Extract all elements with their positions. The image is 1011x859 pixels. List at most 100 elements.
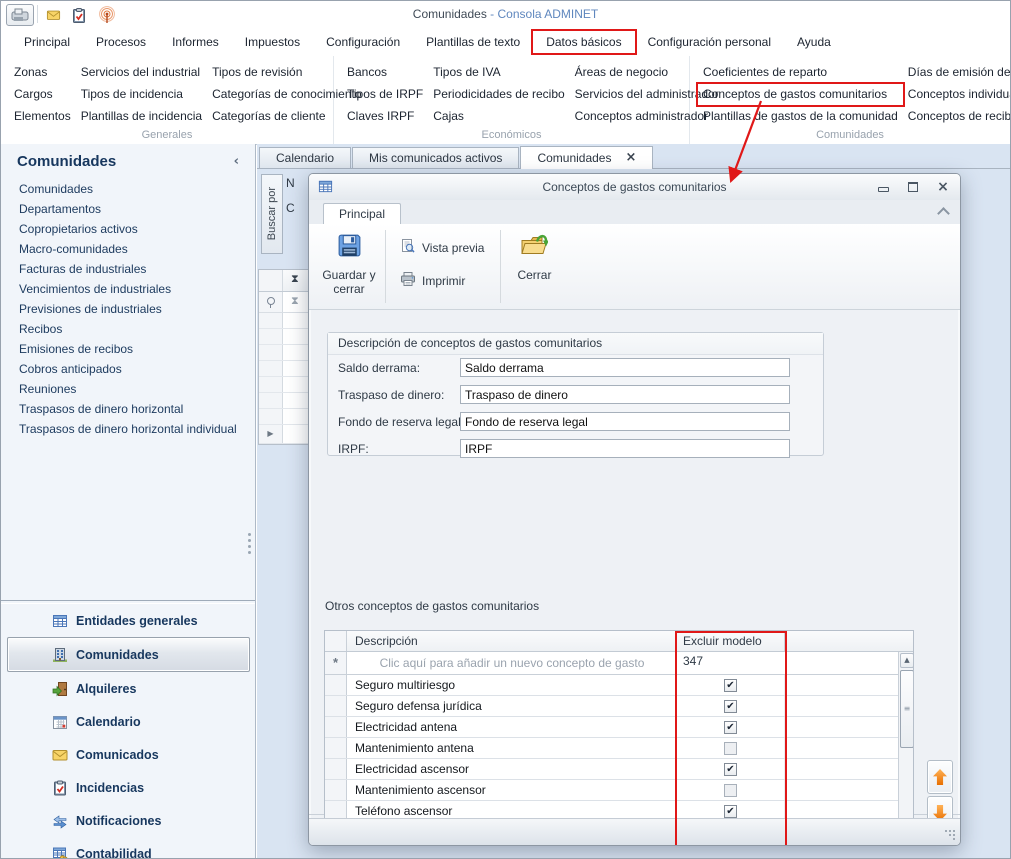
menu-item[interactable]: Informes xyxy=(159,31,232,53)
row-description[interactable]: Mantenimiento antena xyxy=(347,738,677,758)
ribbon-link[interactable]: Conceptos de gastos comunitarios xyxy=(698,84,903,105)
table-row[interactable]: Seguro multiriesgo ✔ xyxy=(325,675,913,696)
module-comunidades[interactable]: Comunidades xyxy=(7,637,250,672)
sidebar-item[interactable]: Departamentos xyxy=(1,199,255,219)
close-icon[interactable]: × xyxy=(625,147,636,169)
resize-grip[interactable] xyxy=(944,829,956,841)
exclude-checkbox[interactable]: ✔ xyxy=(724,721,737,734)
row-description[interactable]: Seguro multiriesgo xyxy=(347,675,677,695)
table-row[interactable]: Electricidad antena ✔ xyxy=(325,717,913,738)
sidebar-item[interactable]: Copropietarios activos xyxy=(1,219,255,239)
ribbon-link[interactable]: Tipos de incidencia xyxy=(76,84,207,105)
sidebar-item[interactable]: Facturas de industriales xyxy=(1,259,255,279)
module-comunicados[interactable]: Comunicados xyxy=(1,738,255,771)
row-description[interactable]: Electricidad antena xyxy=(347,717,677,737)
ribbon-link[interactable]: Plantillas de incidencia xyxy=(76,106,207,127)
menu-item[interactable]: Configuración xyxy=(313,31,413,53)
move-up-button[interactable] xyxy=(927,760,953,794)
sidebar-item[interactable]: Emisiones de recibos xyxy=(1,339,255,359)
dialog-titlebar[interactable]: Conceptos de gastos comunitarios × xyxy=(309,174,960,201)
table-row[interactable]: Mantenimiento antena ✔ xyxy=(325,738,913,759)
menu-item[interactable]: Procesos xyxy=(83,31,159,53)
ribbon-link[interactable]: Tipos de IRPF xyxy=(342,84,428,105)
sidebar-item[interactable]: Recibos xyxy=(1,319,255,339)
module-entidades-generales[interactable]: Entidades generales xyxy=(1,604,255,637)
exclude-checkbox[interactable]: ✔ xyxy=(724,742,737,755)
sidebar-item[interactable]: Previsiones de industriales xyxy=(1,299,255,319)
row-exclude-cell[interactable]: ✔ xyxy=(677,759,785,779)
menu-item[interactable]: Impuestos xyxy=(232,31,313,53)
menu-item[interactable]: Datos básicos xyxy=(533,31,634,53)
menu-item[interactable]: Principal xyxy=(11,31,83,53)
menu-item[interactable]: Ayuda xyxy=(784,31,844,53)
ribbon-link[interactable]: Bancos xyxy=(342,62,428,83)
table-row[interactable]: Seguro defensa jurídica ✔ xyxy=(325,696,913,717)
collapse-sidebar-icon[interactable]: ‹ xyxy=(234,154,239,169)
ribbon-link[interactable]: Coeficientes de reparto xyxy=(698,62,903,83)
document-tab[interactable]: Mis comunicados activos × xyxy=(352,147,519,168)
sidebar-item[interactable]: Comunidades xyxy=(1,179,255,199)
sidebar-item[interactable]: Vencimientos de industriales xyxy=(1,279,255,299)
menu-item[interactable]: Configuración personal xyxy=(635,31,784,53)
module-contabilidad[interactable]: Contabilidad xyxy=(1,837,255,859)
module-calendario[interactable]: Calendario xyxy=(1,705,255,738)
sidebar-item[interactable]: Traspasos de dinero horizontal individua… xyxy=(1,419,255,439)
scroll-up-icon[interactable]: ▲ xyxy=(900,653,914,668)
ribbon-link[interactable]: Cajas xyxy=(428,106,569,127)
field-input[interactable] xyxy=(460,439,790,458)
field-input[interactable] xyxy=(460,412,790,431)
ribbon-link[interactable]: Conceptos de recibo xyxy=(903,106,1011,127)
sidebar-item[interactable]: Cobros anticipados xyxy=(1,359,255,379)
scrollbar-thumb[interactable]: ≡ xyxy=(900,670,914,748)
row-exclude-cell[interactable]: ✔ xyxy=(677,675,785,695)
ribbon-link[interactable]: Cargos xyxy=(9,84,76,105)
exclude-checkbox[interactable]: ✔ xyxy=(724,763,737,776)
module-alquileres[interactable]: Alquileres xyxy=(1,672,255,705)
splitter-handle[interactable] xyxy=(248,530,252,557)
row-exclude-cell[interactable]: ✔ xyxy=(677,717,785,737)
ribbon-link[interactable]: Claves IRPF xyxy=(342,106,428,127)
table-row[interactable]: Electricidad ascensor ✔ xyxy=(325,759,913,780)
ribbon-link[interactable]: Servicios del industrial xyxy=(76,62,207,83)
print-button[interactable]: Imprimir xyxy=(394,269,490,292)
ribbon-link[interactable]: Tipos de IVA xyxy=(428,62,569,83)
minimize-button[interactable] xyxy=(876,180,890,194)
document-tab[interactable]: Calendario × xyxy=(259,147,351,168)
row-exclude-cell[interactable]: ✔ xyxy=(677,738,785,758)
row-description[interactable]: Mantenimiento ascensor xyxy=(347,780,677,800)
ribbon-link[interactable]: Plantillas de gastos de la comunidad xyxy=(698,106,903,127)
sidebar-item[interactable]: Macro-comunidades xyxy=(1,239,255,259)
module-notificaciones[interactable]: Notificaciones xyxy=(1,804,255,837)
exclude-checkbox[interactable]: ✔ xyxy=(724,700,737,713)
preview-button[interactable]: Vista previa xyxy=(394,236,490,259)
new-row[interactable]: * Clic aquí para añadir un nuevo concept… xyxy=(325,652,913,675)
menu-item[interactable]: Plantillas de texto xyxy=(413,31,533,53)
ribbon-link[interactable]: Conceptos individuales xyxy=(903,84,1011,105)
column-header-descripcion[interactable]: Descripción xyxy=(347,631,677,651)
save-and-close-button[interactable]: Guardar y cerrar xyxy=(317,224,381,309)
ribbon-link[interactable]: Zonas xyxy=(9,62,76,83)
search-by-vertical-tab[interactable]: Buscar por xyxy=(261,174,283,254)
module-incidencias[interactable]: Incidencias xyxy=(1,771,255,804)
maximize-button[interactable] xyxy=(906,180,920,194)
tab-principal[interactable]: Principal xyxy=(323,203,401,226)
ribbon-link[interactable]: Días de emisión de recibo xyxy=(903,62,1011,83)
ribbon-link[interactable]: Periodicidades de recibo xyxy=(428,84,569,105)
row-description[interactable]: Electricidad ascensor xyxy=(347,759,677,779)
sidebar-item[interactable]: Traspasos de dinero horizontal xyxy=(1,399,255,419)
exclude-checkbox[interactable]: ✔ xyxy=(724,679,737,692)
row-exclude-cell[interactable]: ✔ xyxy=(677,696,785,716)
vertical-scrollbar[interactable]: ▲ ≡ ▼ xyxy=(898,652,913,846)
exclude-checkbox[interactable]: ✔ xyxy=(724,784,737,797)
field-input[interactable] xyxy=(460,385,790,404)
document-tab[interactable]: Comunidades × xyxy=(520,146,653,169)
close-dialog-button[interactable]: Cerrar xyxy=(505,224,563,309)
collapse-ribbon-icon[interactable] xyxy=(937,207,950,220)
ribbon-link[interactable]: Elementos xyxy=(9,106,76,127)
row-description[interactable]: Seguro defensa jurídica xyxy=(347,696,677,716)
exclude-checkbox[interactable]: ✔ xyxy=(724,805,737,818)
column-header-excluir-347[interactable]: Excluir modelo 347 xyxy=(677,631,785,651)
row-exclude-cell[interactable]: ✔ xyxy=(677,780,785,800)
sidebar-item[interactable]: Reuniones xyxy=(1,379,255,399)
table-row[interactable]: Mantenimiento ascensor ✔ xyxy=(325,780,913,801)
